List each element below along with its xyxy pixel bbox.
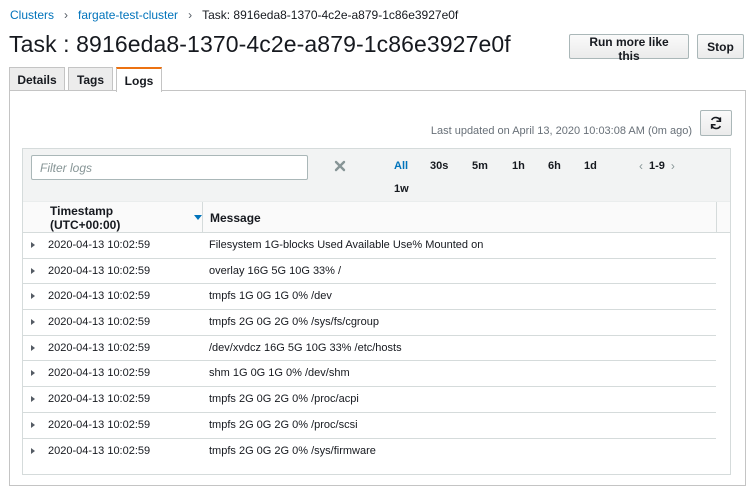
close-icon[interactable] <box>333 159 347 173</box>
chevron-left-icon[interactable]: ‹ <box>639 159 643 173</box>
row-message: tmpfs 2G 0G 2G 0% /sys/fs/cgroup <box>209 316 379 329</box>
refresh-button[interactable] <box>700 110 732 136</box>
last-updated-text: Last updated on April 13, 2020 10:03:08 … <box>430 125 692 137</box>
table-header: Timestamp (UTC+00:00) Message <box>23 201 730 233</box>
table-row[interactable]: 2020-04-13 10:02:59 tmpfs 1G 0G 1G 0% /de… <box>23 284 716 311</box>
breadcrumb: Clusters › fargate-test-cluster › Task: … <box>10 8 458 22</box>
tab-logs[interactable]: Logs <box>116 67 162 92</box>
page-title: Task : 8916eda8-1370-4c2e-a879-1c86e3927… <box>9 31 511 57</box>
pagination: ‹ 1-9 › <box>639 159 675 173</box>
caret-right-icon[interactable] <box>31 447 35 454</box>
caret-right-icon[interactable] <box>31 242 35 248</box>
row-message: overlay 16G 5G 10G 33% / <box>209 264 342 277</box>
row-message: tmpfs 2G 0G 2G 0% /proc/scsi <box>209 418 358 431</box>
row-timestamp: 2020-04-13 10:02:59 <box>48 316 151 329</box>
range-30s[interactable]: 30s <box>430 160 448 172</box>
breadcrumb-separator: › <box>188 8 193 22</box>
run-more-button[interactable]: Run more like this <box>569 34 689 63</box>
row-message: tmpfs 1G 0G 1G 0% /dev <box>209 290 332 303</box>
caret-right-icon[interactable] <box>31 267 35 274</box>
breadcrumb-clusters-link[interactable]: Clusters <box>10 8 54 22</box>
caret-right-icon[interactable] <box>31 293 35 300</box>
logs-toolbar: All 30s 5m 1h 6h 1d 1w ‹ 1-9 › <box>23 149 730 201</box>
table-row[interactable]: 2020-04-13 10:02:59 Filesystem 1G-blocks … <box>23 233 716 259</box>
row-timestamp: 2020-04-13 10:02:59 <box>48 367 151 380</box>
table-row[interactable]: 2020-04-13 10:02:59 tmpfs 2G 0G 2G 0% /pr… <box>23 387 716 413</box>
tab-bar: Details Tags Logs <box>9 67 165 92</box>
row-timestamp: 2020-04-13 10:02:59 <box>48 290 151 303</box>
page-range: 1-9 <box>649 160 665 172</box>
caret-right-icon[interactable] <box>31 396 35 403</box>
breadcrumb-separator: › <box>64 8 69 22</box>
range-6h[interactable]: 6h <box>548 160 561 172</box>
stop-button[interactable]: Stop <box>697 34 744 59</box>
table-row[interactable]: 2020-04-13 10:02:59/dev/xvdcz 16G 5G 10G… <box>23 336 716 362</box>
row-timestamp: 2020-04-13 10:02:59 <box>48 239 151 251</box>
column-header-label: Timestamp (UTC+00:00) <box>50 203 121 232</box>
tab-details[interactable]: Details <box>9 67 65 91</box>
table-row[interactable]: 2020-04-13 10:02:59 tmpfs 2G 0G 2G 0% /sy… <box>23 439 716 465</box>
breadcrumb-current: Task: 8916eda8-1370-4c2e-a879-1c86e3927e… <box>202 8 459 22</box>
range-5m[interactable]: 5m <box>472 160 488 172</box>
refresh-icon <box>710 116 722 130</box>
table-row[interactable]: 2020-04-13 10:02:59 tmpfs 2G 0G 2G 0% /pr… <box>23 413 716 439</box>
row-message: shm 1G 0G 1G 0% /dev/shm <box>209 367 350 380</box>
breadcrumb-cluster-link[interactable]: fargate-test-cluster <box>78 8 178 22</box>
filter-logs-input[interactable] <box>31 155 308 180</box>
column-header-label: Message <box>210 210 261 225</box>
logs-panel: Last updated on April 13, 2020 10:03:08 … <box>9 90 746 486</box>
range-1h[interactable]: 1h <box>512 160 525 172</box>
chevron-right-icon[interactable]: › <box>671 159 675 173</box>
range-1d[interactable]: 1d <box>584 160 597 172</box>
table-row[interactable]: 2020-04-13 10:02:59 overlay 16G 5G 10G 33… <box>23 259 716 285</box>
caret-right-icon[interactable] <box>31 370 35 377</box>
table-body: 2020-04-13 10:02:59 Filesystem 1G-blocks … <box>23 233 730 464</box>
caret-right-icon[interactable] <box>31 319 35 326</box>
column-header-timestamp[interactable]: Timestamp (UTC+00:00) <box>40 202 203 233</box>
row-message: tmpfs 2G 0G 2G 0% /proc/acpi <box>209 393 359 406</box>
tab-tags[interactable]: Tags <box>68 67 113 91</box>
row-message: Filesystem 1G-blocks Used Available Use%… <box>209 239 484 251</box>
row-message: /dev/xvdcz 16G 5G 10G 33% /etc/hosts <box>209 341 402 354</box>
logs-table: All 30s 5m 1h 6h 1d 1w ‹ 1-9 › Timestamp… <box>22 148 731 475</box>
row-timestamp: 2020-04-13 10:02:59 <box>48 444 151 457</box>
row-timestamp: 2020-04-13 10:02:59 <box>48 264 151 277</box>
sort-descending-icon <box>194 215 202 220</box>
row-timestamp: 2020-04-13 10:02:59 <box>48 341 151 354</box>
caret-right-icon[interactable] <box>31 421 35 428</box>
row-message: tmpfs 2G 0G 2G 0% /sys/firmware <box>209 444 376 457</box>
range-all[interactable]: All <box>394 160 408 172</box>
table-row[interactable]: 2020-04-13 10:02:59 tmpfs 2G 0G 2G 0% /sy… <box>23 310 716 336</box>
table-row[interactable]: 2020-04-13 10:02:59 shm 1G 0G 1G 0% /dev/… <box>23 361 716 388</box>
range-1w[interactable]: 1w <box>394 183 409 195</box>
caret-right-icon[interactable] <box>31 344 35 351</box>
row-timestamp: 2020-04-13 10:02:59 <box>48 418 151 431</box>
row-timestamp: 2020-04-13 10:02:59 <box>48 393 151 406</box>
column-header-message[interactable]: Message <box>203 202 717 233</box>
